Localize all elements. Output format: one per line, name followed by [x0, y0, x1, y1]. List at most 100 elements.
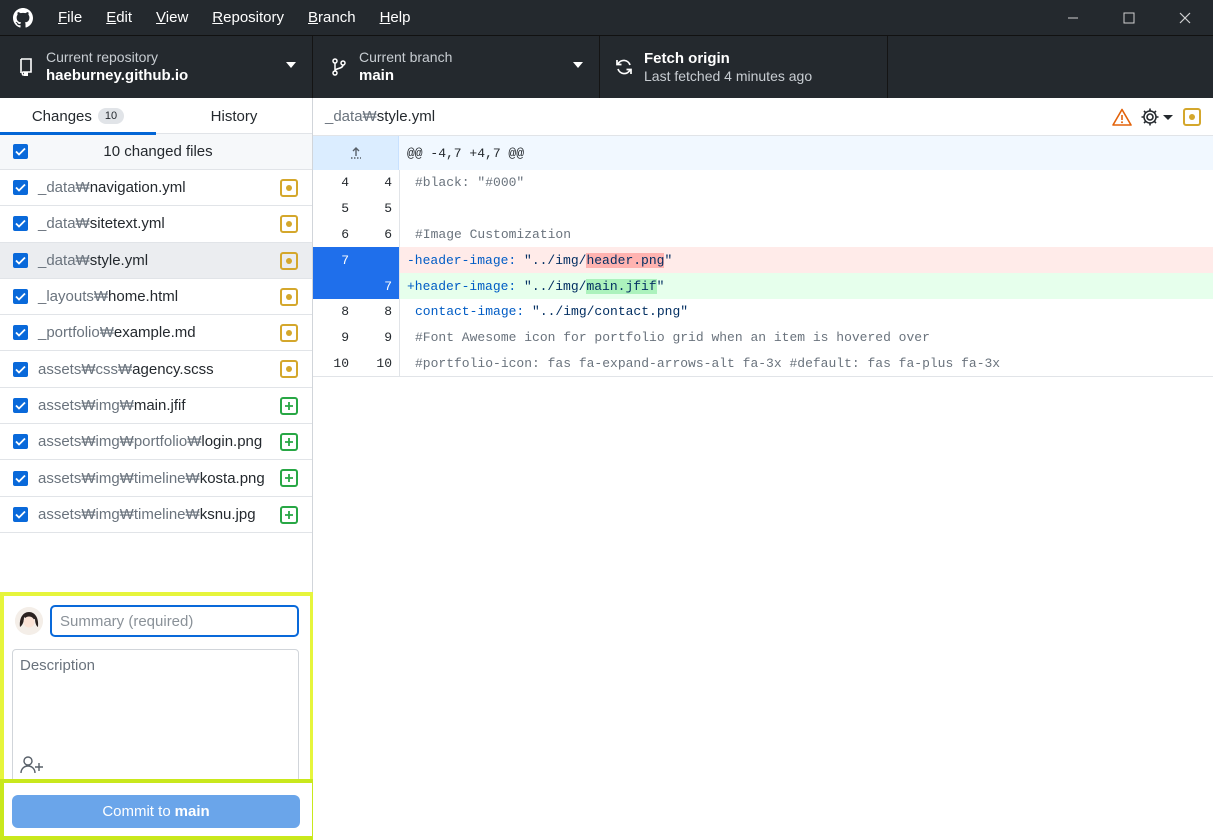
diff-content: @@ -4,7 +4,7 @@ 4 4 #black: "#000" 5 5 6… — [313, 136, 1213, 378]
diff-line[interactable]: 5 5 — [313, 195, 1213, 222]
branch-caption: Current branch — [359, 49, 453, 65]
file-checkbox[interactable] — [13, 325, 28, 341]
fetch-title: Fetch origin — [644, 50, 730, 67]
modified-icon — [280, 251, 298, 270]
file-row[interactable]: _layouts₩home.html — [0, 279, 312, 316]
branch-name: main — [359, 67, 395, 84]
file-row[interactable]: _portfolio₩example.md — [0, 315, 312, 352]
file-checkbox[interactable] — [13, 289, 28, 305]
title-bar: File Edit View Repository Branch Help — [0, 0, 1213, 35]
modified-icon — [280, 324, 298, 343]
old-line-number: 9 — [341, 330, 349, 346]
line-code: #portfolio-icon: fas fa-expand-arrows-al… — [399, 350, 1213, 377]
line-code: #black: "#000" — [399, 170, 1213, 196]
new-line-number: 10 — [376, 355, 392, 371]
current-branch-button[interactable]: Current branch main — [313, 36, 600, 98]
file-row[interactable]: assets₩img₩portfolio₩login.png — [0, 424, 312, 461]
file-path: _layouts₩home.html — [38, 288, 179, 306]
file-checkbox[interactable] — [13, 397, 28, 413]
chevron-down-icon — [286, 62, 296, 68]
github-logo-icon — [0, 0, 46, 35]
new-line-number: 8 — [384, 304, 392, 320]
file-row[interactable]: assets₩img₩main.jfif — [0, 388, 312, 425]
file-checkbox[interactable] — [13, 361, 28, 377]
added-icon — [280, 505, 298, 524]
old-line-number: 10 — [333, 355, 349, 371]
file-row-selected[interactable]: _data₩style.yml — [0, 242, 312, 279]
description-box — [12, 649, 299, 784]
menu-edit[interactable]: Edit — [94, 0, 144, 35]
repo-caption: Current repository — [46, 49, 159, 65]
gear-icon[interactable] — [1139, 106, 1161, 128]
minimize-button[interactable] — [1045, 0, 1101, 35]
modified-icon — [280, 287, 298, 306]
file-path: assets₩img₩portfolio₩login.png — [38, 433, 263, 451]
file-path: assets₩img₩timeline₩kosta.png — [38, 469, 265, 487]
modified-icon — [1183, 108, 1201, 126]
diff-line[interactable]: 6 6 #Image Customization — [313, 221, 1213, 248]
old-line-number: 5 — [341, 201, 349, 217]
fetch-subtitle: Last fetched 4 minutes ago — [644, 68, 813, 84]
line-code: contact-image: "../img/contact.png" — [399, 298, 1213, 325]
diff-line-added[interactable]: 7 +header-image: "../img/main.jfif " — [313, 273, 1213, 299]
diff-line[interactable]: 10 10 #portfolio-icon: fas fa-expand-arr… — [313, 350, 1213, 377]
file-row[interactable]: _data₩sitetext.yml — [0, 206, 312, 243]
file-row[interactable]: assets₩img₩timeline₩ksnu.jpg — [0, 497, 312, 533]
maximize-button[interactable] — [1101, 0, 1157, 35]
menu-view[interactable]: View — [144, 0, 200, 35]
file-checkbox[interactable] — [13, 216, 28, 232]
menu-repository[interactable]: Repository — [200, 0, 296, 35]
old-line-number: 4 — [341, 175, 349, 191]
file-list: _data₩navigation.yml _data₩sitetext.yml … — [0, 170, 312, 533]
commit-button[interactable]: Commit to main — [12, 795, 300, 828]
diff-line-deleted[interactable]: 7 -header-image: "../img/header.png " — [313, 247, 1213, 274]
minimize-icon — [1068, 17, 1078, 18]
warning-icon[interactable] — [1111, 106, 1133, 128]
file-row[interactable]: assets₩img₩timeline₩kosta.png — [0, 460, 312, 497]
new-line-number: 4 — [384, 175, 392, 191]
close-icon — [1179, 12, 1191, 23]
file-checkbox[interactable] — [13, 470, 28, 486]
current-repository-button[interactable]: Current repository haeburney.github.io — [0, 36, 313, 98]
select-all-checkbox[interactable] — [13, 144, 28, 159]
diff-line[interactable]: 8 8 contact-image: "../img/contact.png" — [313, 298, 1213, 325]
file-path: assets₩css₩agency.scss — [38, 360, 214, 378]
modified-icon — [280, 360, 298, 379]
new-line-number: 5 — [384, 201, 392, 217]
file-row[interactable]: assets₩css₩agency.scss — [0, 351, 312, 388]
diff-line[interactable]: 4 4 #black: "#000" — [313, 170, 1213, 196]
repo-name: haeburney.github.io — [46, 67, 189, 84]
added-icon — [280, 433, 298, 452]
file-checkbox[interactable] — [13, 180, 28, 196]
expand-up-button[interactable] — [313, 136, 399, 170]
chevron-down-icon[interactable] — [1163, 114, 1173, 120]
add-coauthor-button[interactable] — [19, 754, 45, 776]
menu-bar: File Edit View Repository Branch Help — [46, 0, 422, 35]
new-line-number: 6 — [384, 226, 392, 242]
fetch-origin-button[interactable]: Fetch origin Last fetched 4 minutes ago — [600, 36, 888, 98]
description-input[interactable] — [13, 650, 298, 750]
file-checkbox[interactable] — [13, 434, 28, 450]
menu-file[interactable]: File — [46, 0, 94, 35]
new-line-number: 7 — [356, 273, 399, 299]
menu-help[interactable]: Help — [368, 0, 423, 35]
tab-changes-label: Changes — [31, 107, 92, 125]
line-code — [399, 195, 1213, 222]
hunk-header-text: @@ -4,7 +4,7 @@ — [407, 145, 525, 161]
tab-history[interactable]: History — [156, 98, 312, 134]
file-checkbox[interactable] — [13, 252, 28, 268]
file-row[interactable]: _data₩navigation.yml — [0, 170, 312, 207]
summary-input[interactable] — [50, 605, 299, 637]
sidebar-tabs: Changes 10 History — [0, 98, 312, 135]
diff-line[interactable]: 9 9 #Font Awesome icon for portfolio gri… — [313, 324, 1213, 351]
expand-up-icon — [350, 147, 361, 159]
menu-branch[interactable]: Branch — [296, 0, 368, 35]
line-code: #Font Awesome icon for portfolio grid wh… — [399, 324, 1213, 351]
file-checkbox[interactable] — [13, 506, 28, 522]
avatar — [15, 607, 43, 635]
add-person-icon — [20, 756, 43, 774]
close-button[interactable] — [1157, 0, 1213, 35]
file-path: _data₩navigation.yml — [38, 179, 186, 197]
tab-changes[interactable]: Changes 10 — [0, 98, 156, 135]
modified-icon — [280, 179, 298, 197]
